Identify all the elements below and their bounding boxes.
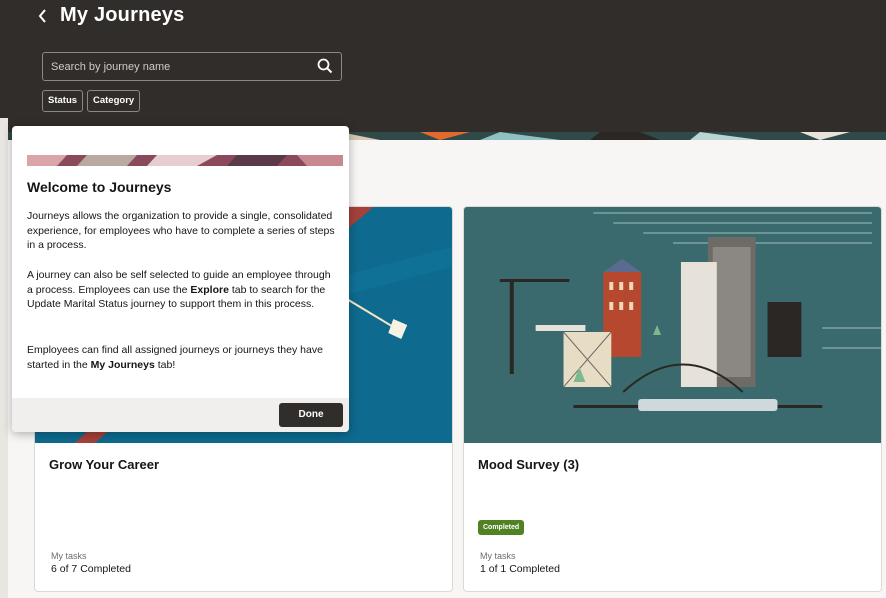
status-filter-button[interactable]: Status xyxy=(42,90,84,112)
popup-paragraph: Employees can find all assigned journeys… xyxy=(27,343,339,372)
my-journeys-tab-reference: My Journeys xyxy=(90,358,155,371)
paragraph-text: tab! xyxy=(154,358,176,371)
card-title[interactable]: Grow Your Career xyxy=(49,457,159,472)
chevron-left-icon xyxy=(38,9,46,23)
category-filter-button[interactable]: Category xyxy=(87,90,141,112)
tasks-progress: 6 of 7 Completed xyxy=(51,563,131,575)
left-panel-edge xyxy=(0,118,8,598)
page-title: My Journeys xyxy=(60,4,185,26)
search-box[interactable] xyxy=(42,52,342,81)
city-illustration xyxy=(464,207,881,443)
card-title[interactable]: Mood Survey (3) xyxy=(478,457,579,472)
popup-paragraph: Journeys allows the organization to prov… xyxy=(27,210,335,251)
journey-card-mood-survey[interactable]: Mood Survey (3) Completed My tasks 1 of … xyxy=(463,206,882,592)
tasks-label: My tasks xyxy=(51,551,87,561)
status-badge: Completed xyxy=(478,520,525,535)
explore-tab-reference: Explore xyxy=(190,283,229,296)
tasks-progress: 1 of 1 Completed xyxy=(480,563,560,575)
popup-title: Welcome to Journeys xyxy=(27,179,172,195)
search-input[interactable] xyxy=(51,53,309,80)
page-header: My Journeys Status Category xyxy=(0,0,886,132)
back-button[interactable] xyxy=(34,6,52,26)
done-button[interactable]: Done xyxy=(279,403,343,427)
tasks-label: My tasks xyxy=(480,551,516,561)
search-icon[interactable] xyxy=(317,58,333,74)
popup-banner-decoration xyxy=(27,155,343,166)
welcome-popup: Welcome to Journeys Journeys allows the … xyxy=(12,126,349,432)
popup-paragraph: A journey can also be self selected to g… xyxy=(27,268,339,312)
